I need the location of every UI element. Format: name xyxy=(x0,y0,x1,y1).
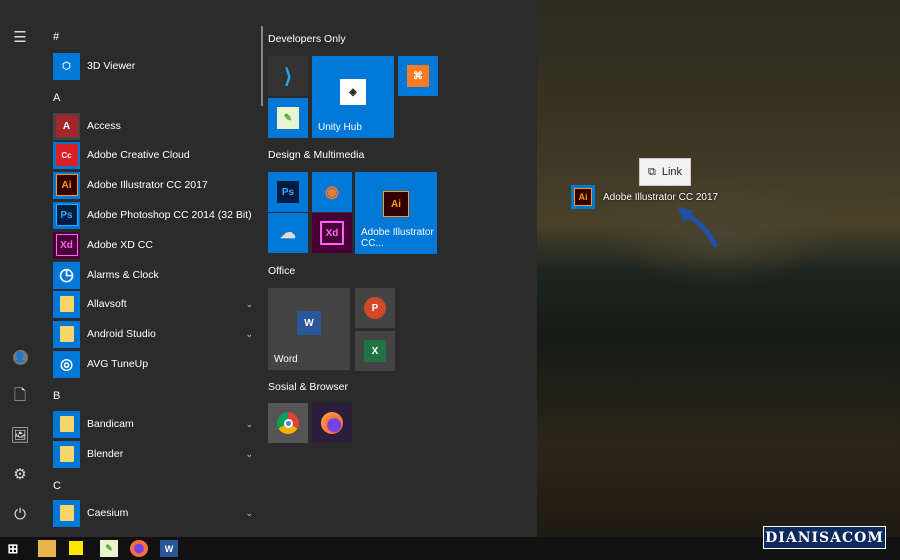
cube-icon: ⬡ xyxy=(53,52,80,80)
chevron-down-icon[interactable]: ⌄ xyxy=(245,419,253,430)
tile-vscode[interactable]: ⟩ xyxy=(268,56,308,96)
notepad-icon: ✎ xyxy=(277,107,299,129)
clock-icon: ◷ xyxy=(53,261,80,289)
power-icon[interactable]: ⏻ xyxy=(8,503,32,527)
start-menu: ☰ 👤 🗋 🖼 ⚙ ⏻ # ⬡ 3D Viewer A A Access Cc Ado… xyxy=(0,0,537,537)
tile-xampp[interactable]: ⌘ xyxy=(398,56,438,96)
app-icon: ☁ xyxy=(280,225,296,242)
chevron-down-icon[interactable]: ⌄ xyxy=(245,329,253,340)
tile-word[interactable]: W Word xyxy=(268,288,350,370)
start-rail: ☰ 👤 🗋 🖼 ⚙ ⏻ xyxy=(0,0,40,537)
scrollbar[interactable] xyxy=(261,26,263,106)
tile-photoshop[interactable]: Ps xyxy=(268,172,308,212)
menu-icon[interactable]: ☰ xyxy=(8,26,32,50)
photoshop-icon: Ps xyxy=(277,181,299,203)
creative-cloud-icon: Cc xyxy=(55,144,78,166)
notepad-icon[interactable]: ✎ xyxy=(100,540,118,557)
settings-icon[interactable]: ⚙ xyxy=(8,463,32,487)
group-header[interactable]: Office xyxy=(268,265,295,277)
app-bandicam[interactable]: Bandicam ⌄ xyxy=(53,410,253,438)
illustrator-icon: Ai xyxy=(55,174,78,196)
letter-header[interactable]: A xyxy=(53,92,60,104)
firefox-icon[interactable] xyxy=(130,540,148,557)
tile-notepad[interactable]: ✎ xyxy=(268,98,308,138)
chevron-down-icon[interactable]: ⌄ xyxy=(245,299,253,310)
chrome-icon xyxy=(277,412,299,434)
tile-excel[interactable]: X xyxy=(355,331,395,371)
app-alarms-clock[interactable]: ◷ Alarms & Clock xyxy=(53,261,253,289)
app-allavsoft[interactable]: Allavsoft ⌄ xyxy=(53,290,253,318)
photoshop-icon: Ps xyxy=(55,204,78,226)
app-photoshop[interactable]: Ps Adobe Photoshop CC 2014 (32 Bit) xyxy=(53,201,253,229)
unity-icon: ◈ xyxy=(340,79,366,105)
app-illustrator[interactable]: Ai Adobe Illustrator CC 2017 xyxy=(53,171,253,199)
group-header[interactable]: Design & Multimedia xyxy=(268,149,364,161)
tile-blender[interactable]: ◉ xyxy=(312,172,352,212)
firefox-icon xyxy=(321,412,343,434)
arrow-icon xyxy=(678,207,719,249)
chevron-down-icon[interactable]: ⌄ xyxy=(245,508,253,519)
tile-utility[interactable]: ☁ xyxy=(268,213,308,253)
app-list: # ⬡ 3D Viewer A A Access Cc Adobe Creative … xyxy=(40,0,262,537)
tile-firefox[interactable] xyxy=(312,403,352,443)
xd-icon: Xd xyxy=(55,234,78,256)
app-blender[interactable]: Blender ⌄ xyxy=(53,440,253,468)
xd-icon: Xd xyxy=(320,221,344,245)
folder-icon xyxy=(59,416,74,432)
illustrator-icon: Ai xyxy=(383,191,409,217)
tile-chrome[interactable] xyxy=(268,403,308,443)
folder-icon xyxy=(59,326,74,342)
letter-header[interactable]: B xyxy=(53,390,60,402)
xampp-icon: ⌘ xyxy=(407,65,429,87)
folder-icon xyxy=(59,505,74,521)
word-icon: W xyxy=(297,311,321,335)
app-avg-tuneup[interactable]: ◎ AVG TuneUp xyxy=(53,350,253,378)
app-creative-cloud[interactable]: Cc Adobe Creative Cloud xyxy=(53,141,253,169)
app-xd[interactable]: Xd Adobe XD CC xyxy=(53,231,253,259)
document-icon[interactable]: 🗋 xyxy=(8,384,32,408)
chevron-down-icon[interactable]: ⌄ xyxy=(245,449,253,460)
user-icon[interactable]: 👤 xyxy=(8,344,32,368)
app-caesium[interactable]: Caesium ⌄ xyxy=(53,499,253,527)
blender-icon: ◉ xyxy=(325,184,339,201)
tile-unity-hub[interactable]: ◈ Unity Hub xyxy=(312,56,394,138)
tile-illustrator[interactable]: Ai Adobe Illustrator CC... xyxy=(355,172,437,254)
excel-icon: X xyxy=(364,340,386,362)
drag-tooltip: ⧉ Link xyxy=(639,158,691,186)
link-icon: ⧉ xyxy=(647,165,656,178)
vscode-icon: ⟩ xyxy=(284,65,292,88)
folder-icon xyxy=(59,296,74,312)
pictures-icon[interactable]: 🖼 xyxy=(8,424,32,448)
tile-xd[interactable]: Xd xyxy=(312,213,352,253)
illustrator-icon: Ai xyxy=(574,188,592,206)
group-header[interactable]: Developers Only xyxy=(268,33,346,45)
windows-start-icon[interactable]: ⊞ xyxy=(4,540,22,557)
tile-powerpoint[interactable]: P xyxy=(355,288,395,328)
app-android-studio[interactable]: Android Studio ⌄ xyxy=(53,320,253,348)
app-access[interactable]: A Access xyxy=(53,112,253,140)
folder-icon xyxy=(59,446,74,462)
sticky-notes-icon[interactable] xyxy=(69,541,83,555)
tuneup-icon: ◎ xyxy=(53,350,80,378)
powerpoint-icon: P xyxy=(364,297,386,319)
watermark: DIANISACOM xyxy=(763,526,886,549)
word-icon[interactable]: W xyxy=(160,540,178,557)
group-header[interactable]: Sosial & Browser xyxy=(268,381,348,393)
access-icon: A xyxy=(55,115,78,137)
file-explorer-icon[interactable] xyxy=(38,540,56,557)
letter-header[interactable]: C xyxy=(53,480,61,492)
app-3d-viewer[interactable]: ⬡ 3D Viewer xyxy=(53,52,253,80)
letter-header[interactable]: # xyxy=(53,31,59,43)
